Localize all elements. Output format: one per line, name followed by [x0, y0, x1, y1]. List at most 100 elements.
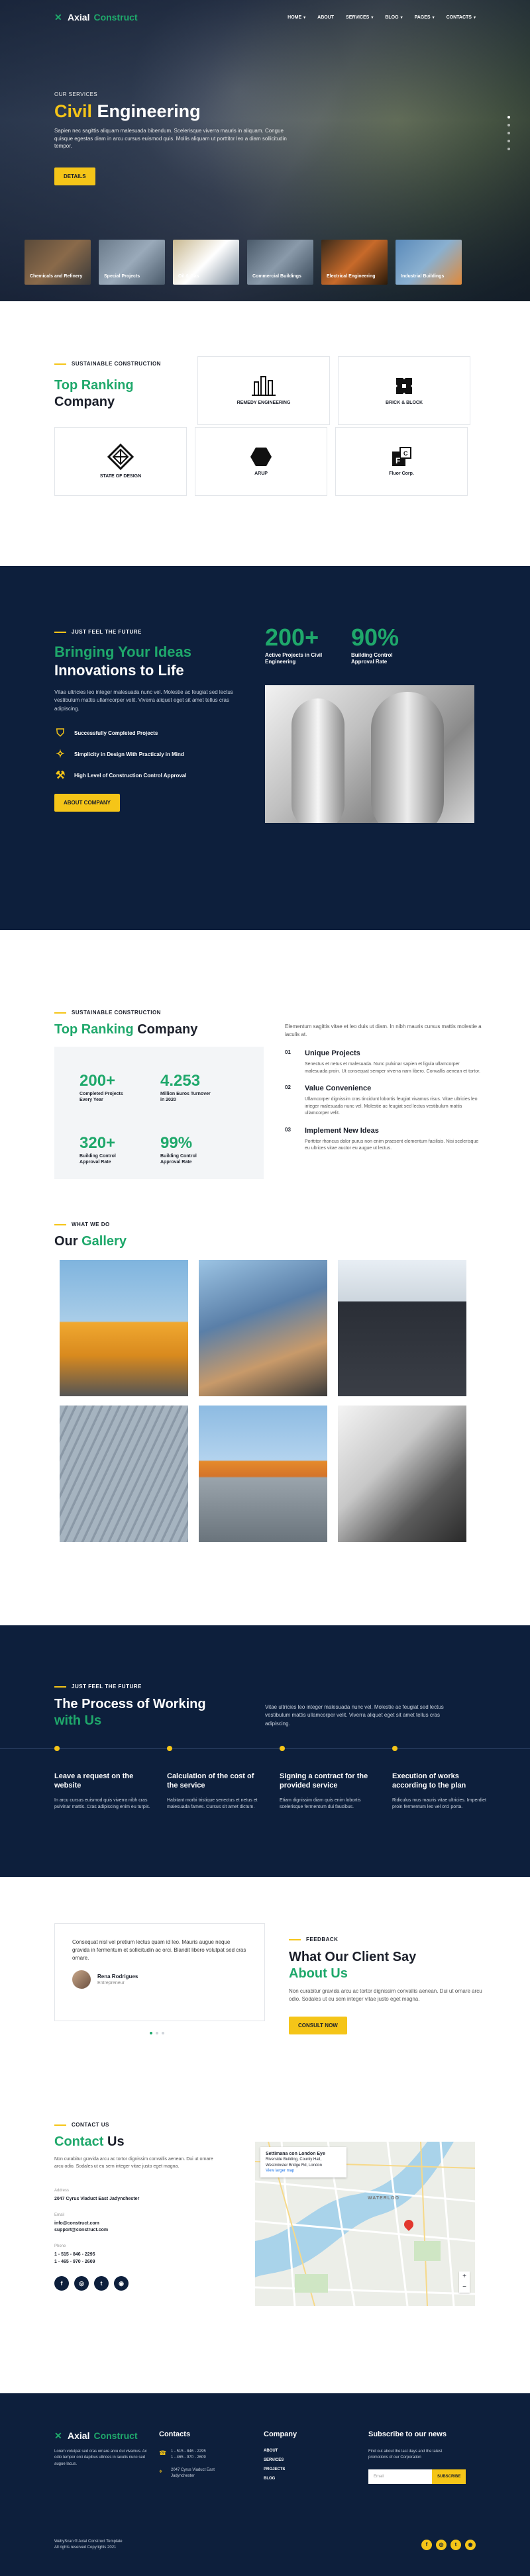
nav-item-blog[interactable]: BLOG ▾ — [385, 15, 402, 20]
zoom-out-icon[interactable]: − — [459, 2282, 470, 2293]
pinterest-icon[interactable]: ◉ — [114, 2275, 129, 2291]
gallery-image[interactable] — [338, 1260, 466, 1396]
partner-logo-grid-row2: STATE OF DESIGN ARUP FC Fluor Corp. — [54, 427, 468, 496]
carousel-dot[interactable] — [150, 2032, 152, 2034]
testimonial-dots — [150, 2032, 164, 2034]
footer-link-projects[interactable]: PROJECTS — [264, 2467, 297, 2471]
contact-info: CONTACT US Contact Us Non curabitur grav… — [54, 2122, 213, 2291]
footer-social-links: f ◎ t ◉ — [421, 2540, 476, 2550]
section-eyebrow: JUST FEEL THE FUTURE — [54, 629, 253, 635]
chevron-down-icon: ▾ — [432, 15, 435, 20]
gallery-image[interactable] — [199, 1406, 327, 1542]
map-info-card: Settimana con London Eye Riverside Build… — [260, 2147, 346, 2177]
nav-item-about[interactable]: ABOUT — [317, 15, 334, 20]
pinterest-icon[interactable]: ◉ — [465, 2540, 476, 2550]
section-description: Non curabitur gravida arcu ac tortor dig… — [54, 2157, 213, 2169]
map-zoom-control[interactable]: + − — [459, 2271, 470, 2293]
remedy-logo-icon — [252, 375, 276, 396]
gallery-image[interactable] — [199, 1260, 327, 1396]
gallery-image[interactable] — [60, 1260, 188, 1396]
stat-active-projects: 200+ Active Projects in Civil Engineering — [265, 624, 323, 665]
section-eyebrow: JUST FEEL THE FUTURE — [54, 1684, 206, 1690]
chevron-down-icon: ▾ — [303, 15, 306, 20]
hero-title: Civil Engineering — [54, 101, 201, 121]
design-compass-icon: ✧ — [56, 749, 65, 761]
thumb-industrial[interactable]: Industrial Buildings — [396, 240, 462, 285]
footer-link-services[interactable]: SERVICES — [264, 2458, 297, 2462]
top-nav: ✕ Axial Construct HOME ▾ ABOUT SERVICES ▾ … — [54, 12, 476, 23]
social-links: f ◎ t ◉ — [54, 2275, 213, 2291]
fluor-logo-icon: FC — [392, 446, 411, 466]
carousel-dot[interactable] — [156, 2032, 158, 2034]
nav-item-contacts[interactable]: CONTACTS ▾ — [447, 15, 476, 20]
stat-item: 99% Building Control Approval Rate — [160, 1134, 197, 1165]
brand-name-a: Axial — [68, 12, 90, 23]
thumb-oil-gas[interactable]: Oil & Gas — [173, 240, 239, 285]
gallery-image[interactable] — [338, 1406, 466, 1542]
thumb-commercial[interactable]: Commercial Buildings — [247, 240, 313, 285]
ranking-logos-section: SUSTAINABLE CONSTRUCTION Top Ranking Comp… — [0, 301, 530, 566]
slider-dot[interactable] — [507, 124, 510, 126]
subscribe-form: Email SUBSCRIBE — [368, 2469, 481, 2484]
feature-item: ⛉ Successfully Completed Projects — [54, 728, 253, 739]
footer: ✕ Axial Construct Lorem volutpat sed cras … — [0, 2393, 530, 2576]
numbered-item: 01 Unique Projects Senectus et netus et ma… — [285, 1049, 480, 1074]
svg-text:F: F — [396, 456, 400, 465]
location-map[interactable]: Settimana con London Eye Riverside Build… — [255, 2142, 475, 2306]
location-pin-icon: ⌖ — [159, 2468, 163, 2475]
brand-logo[interactable]: ✕ Axial Construct — [54, 12, 138, 23]
slider-dot[interactable] — [507, 148, 510, 150]
thumb-electrical[interactable]: Electrical Engineering — [321, 240, 388, 285]
process-step: Leave a request on the website In arcu cu… — [54, 1746, 152, 1811]
view-larger-map-link[interactable]: View larger map — [266, 2169, 294, 2173]
section-eyebrow: FEEDBACK — [289, 1936, 488, 1942]
ranking-stats-section: SUSTAINABLE CONSTRUCTION Top Ranking Com… — [0, 930, 530, 1215]
footer-bottom-bar: WebyScan ® Axial Construct Template All … — [54, 2539, 476, 2551]
gallery-image[interactable] — [60, 1406, 188, 1542]
footer-link-blog[interactable]: BLOG — [264, 2477, 297, 2481]
industrial-tanks-image — [265, 685, 474, 823]
about-company-button[interactable]: ABOUT COMPANY — [54, 794, 120, 812]
section-description: Non curabitur gravida arcu ac tortor dig… — [289, 1988, 482, 2002]
instagram-icon[interactable]: ◎ — [74, 2275, 89, 2291]
slider-dot[interactable] — [507, 132, 510, 134]
process-step: Signing a contract for the provided serv… — [280, 1746, 378, 1811]
brick-block-logo-icon — [396, 377, 412, 394]
footer-company: Company ABOUT SERVICES PROJECTS BLOG — [264, 2430, 297, 2486]
consult-now-button[interactable]: CONSULT NOW — [289, 2017, 347, 2034]
partner-card-arup[interactable]: ARUP — [195, 427, 327, 496]
nav-item-services[interactable]: SERVICES ▾ — [346, 15, 373, 20]
footer-logo[interactable]: ✕ Axial Construct — [54, 2430, 147, 2441]
partner-card-fluor[interactable]: FC Fluor Corp. — [335, 427, 468, 496]
zoom-in-icon[interactable]: + — [459, 2271, 470, 2282]
section-title: Bringing Your Ideas Innovations to Life — [54, 644, 191, 679]
nav-item-pages[interactable]: PAGES ▾ — [415, 15, 435, 20]
contact-section: CONTACT US Contact Us Non curabitur grav… — [0, 2115, 530, 2393]
twitter-icon[interactable]: t — [94, 2275, 109, 2291]
eyebrow-bar — [289, 1938, 301, 1940]
stat-item: 4.253 Million Euros Turnover in 2020 — [160, 1072, 211, 1103]
partner-card-remedy[interactable]: REMEDY ENGINEERING — [197, 356, 330, 425]
innovations-section: JUST FEEL THE FUTURE Bringing Your Ideas… — [0, 566, 530, 930]
thumb-chemicals[interactable]: Chemicals and Refinery — [25, 240, 91, 285]
carousel-dot[interactable] — [162, 2032, 164, 2034]
subscribe-button[interactable]: SUBSCRIBE — [432, 2469, 466, 2484]
footer-phones: ☎ 1 - 515 - 846 - 2295 1 - 465 - 970 - 26… — [159, 2450, 206, 2459]
facebook-icon[interactable]: f — [54, 2275, 69, 2291]
email-field[interactable]: Email — [368, 2469, 432, 2484]
partner-card-brick-block[interactable]: BRICK & BLOCK — [338, 356, 470, 425]
details-button[interactable]: DETAILS — [54, 167, 95, 185]
section-title: Contact Us — [54, 2134, 125, 2149]
slider-dot[interactable] — [507, 140, 510, 142]
footer-link-about[interactable]: ABOUT — [264, 2449, 297, 2453]
thumb-special[interactable]: Special Projects — [99, 240, 165, 285]
stats-box: 200+ Completed Projects Every Year 4.253 M… — [54, 1047, 264, 1179]
nav-item-home[interactable]: HOME ▾ — [288, 15, 305, 20]
gallery-section: WHAT WE DO Our Gallery — [0, 1215, 530, 1625]
slider-dot[interactable] — [507, 116, 510, 119]
facebook-icon[interactable]: f — [421, 2540, 432, 2550]
eyebrow-bar — [54, 631, 66, 633]
twitter-icon[interactable]: t — [450, 2540, 461, 2550]
partner-card-state-of-design[interactable]: STATE OF DESIGN — [54, 427, 187, 496]
instagram-icon[interactable]: ◎ — [436, 2540, 447, 2550]
